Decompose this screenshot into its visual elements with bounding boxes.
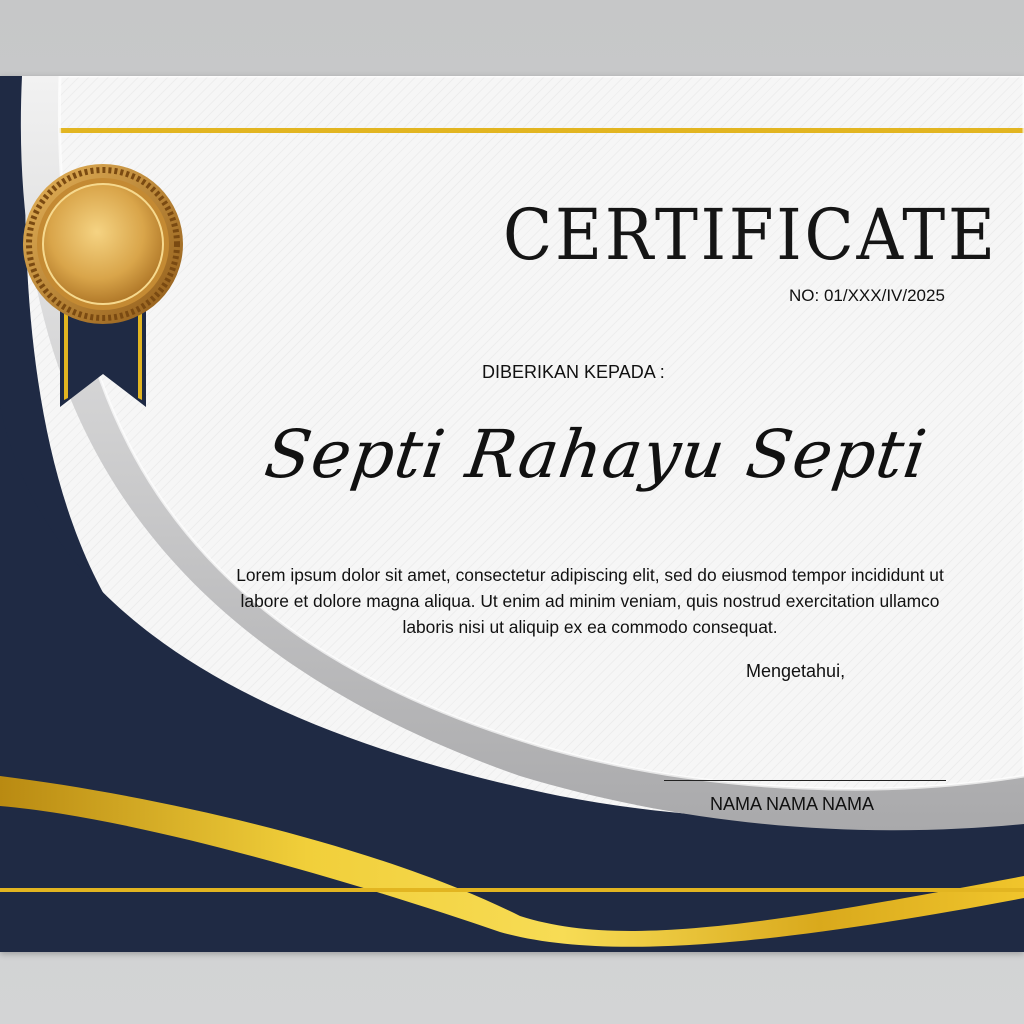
acknowledged-label: Mengetahui,	[746, 661, 846, 681]
gold-medal-icon	[23, 164, 183, 407]
certificate-number: NO: 01/XXX/IV/2025	[789, 286, 945, 305]
certificate-title: CERTIFICATE	[503, 194, 998, 276]
image-backdrop: CERTIFICATE NO: 01/XXX/IV/2025 DIBERIKAN…	[0, 0, 1024, 1024]
signer-name: NAMA NAMA NAMA	[710, 794, 875, 814]
given-to-label: DIBERIKAN KEPADA :	[482, 362, 665, 382]
top-gold-line	[0, 128, 1024, 133]
certificate: CERTIFICATE NO: 01/XXX/IV/2025 DIBERIKAN…	[0, 76, 1024, 952]
recipient-name: Septi Rahayu Septi	[260, 416, 932, 493]
bottom-gold-line	[0, 888, 1024, 892]
certificate-body-text: Lorem ipsum dolor sit amet, consectetur …	[236, 565, 944, 637]
signature-line	[664, 780, 946, 781]
